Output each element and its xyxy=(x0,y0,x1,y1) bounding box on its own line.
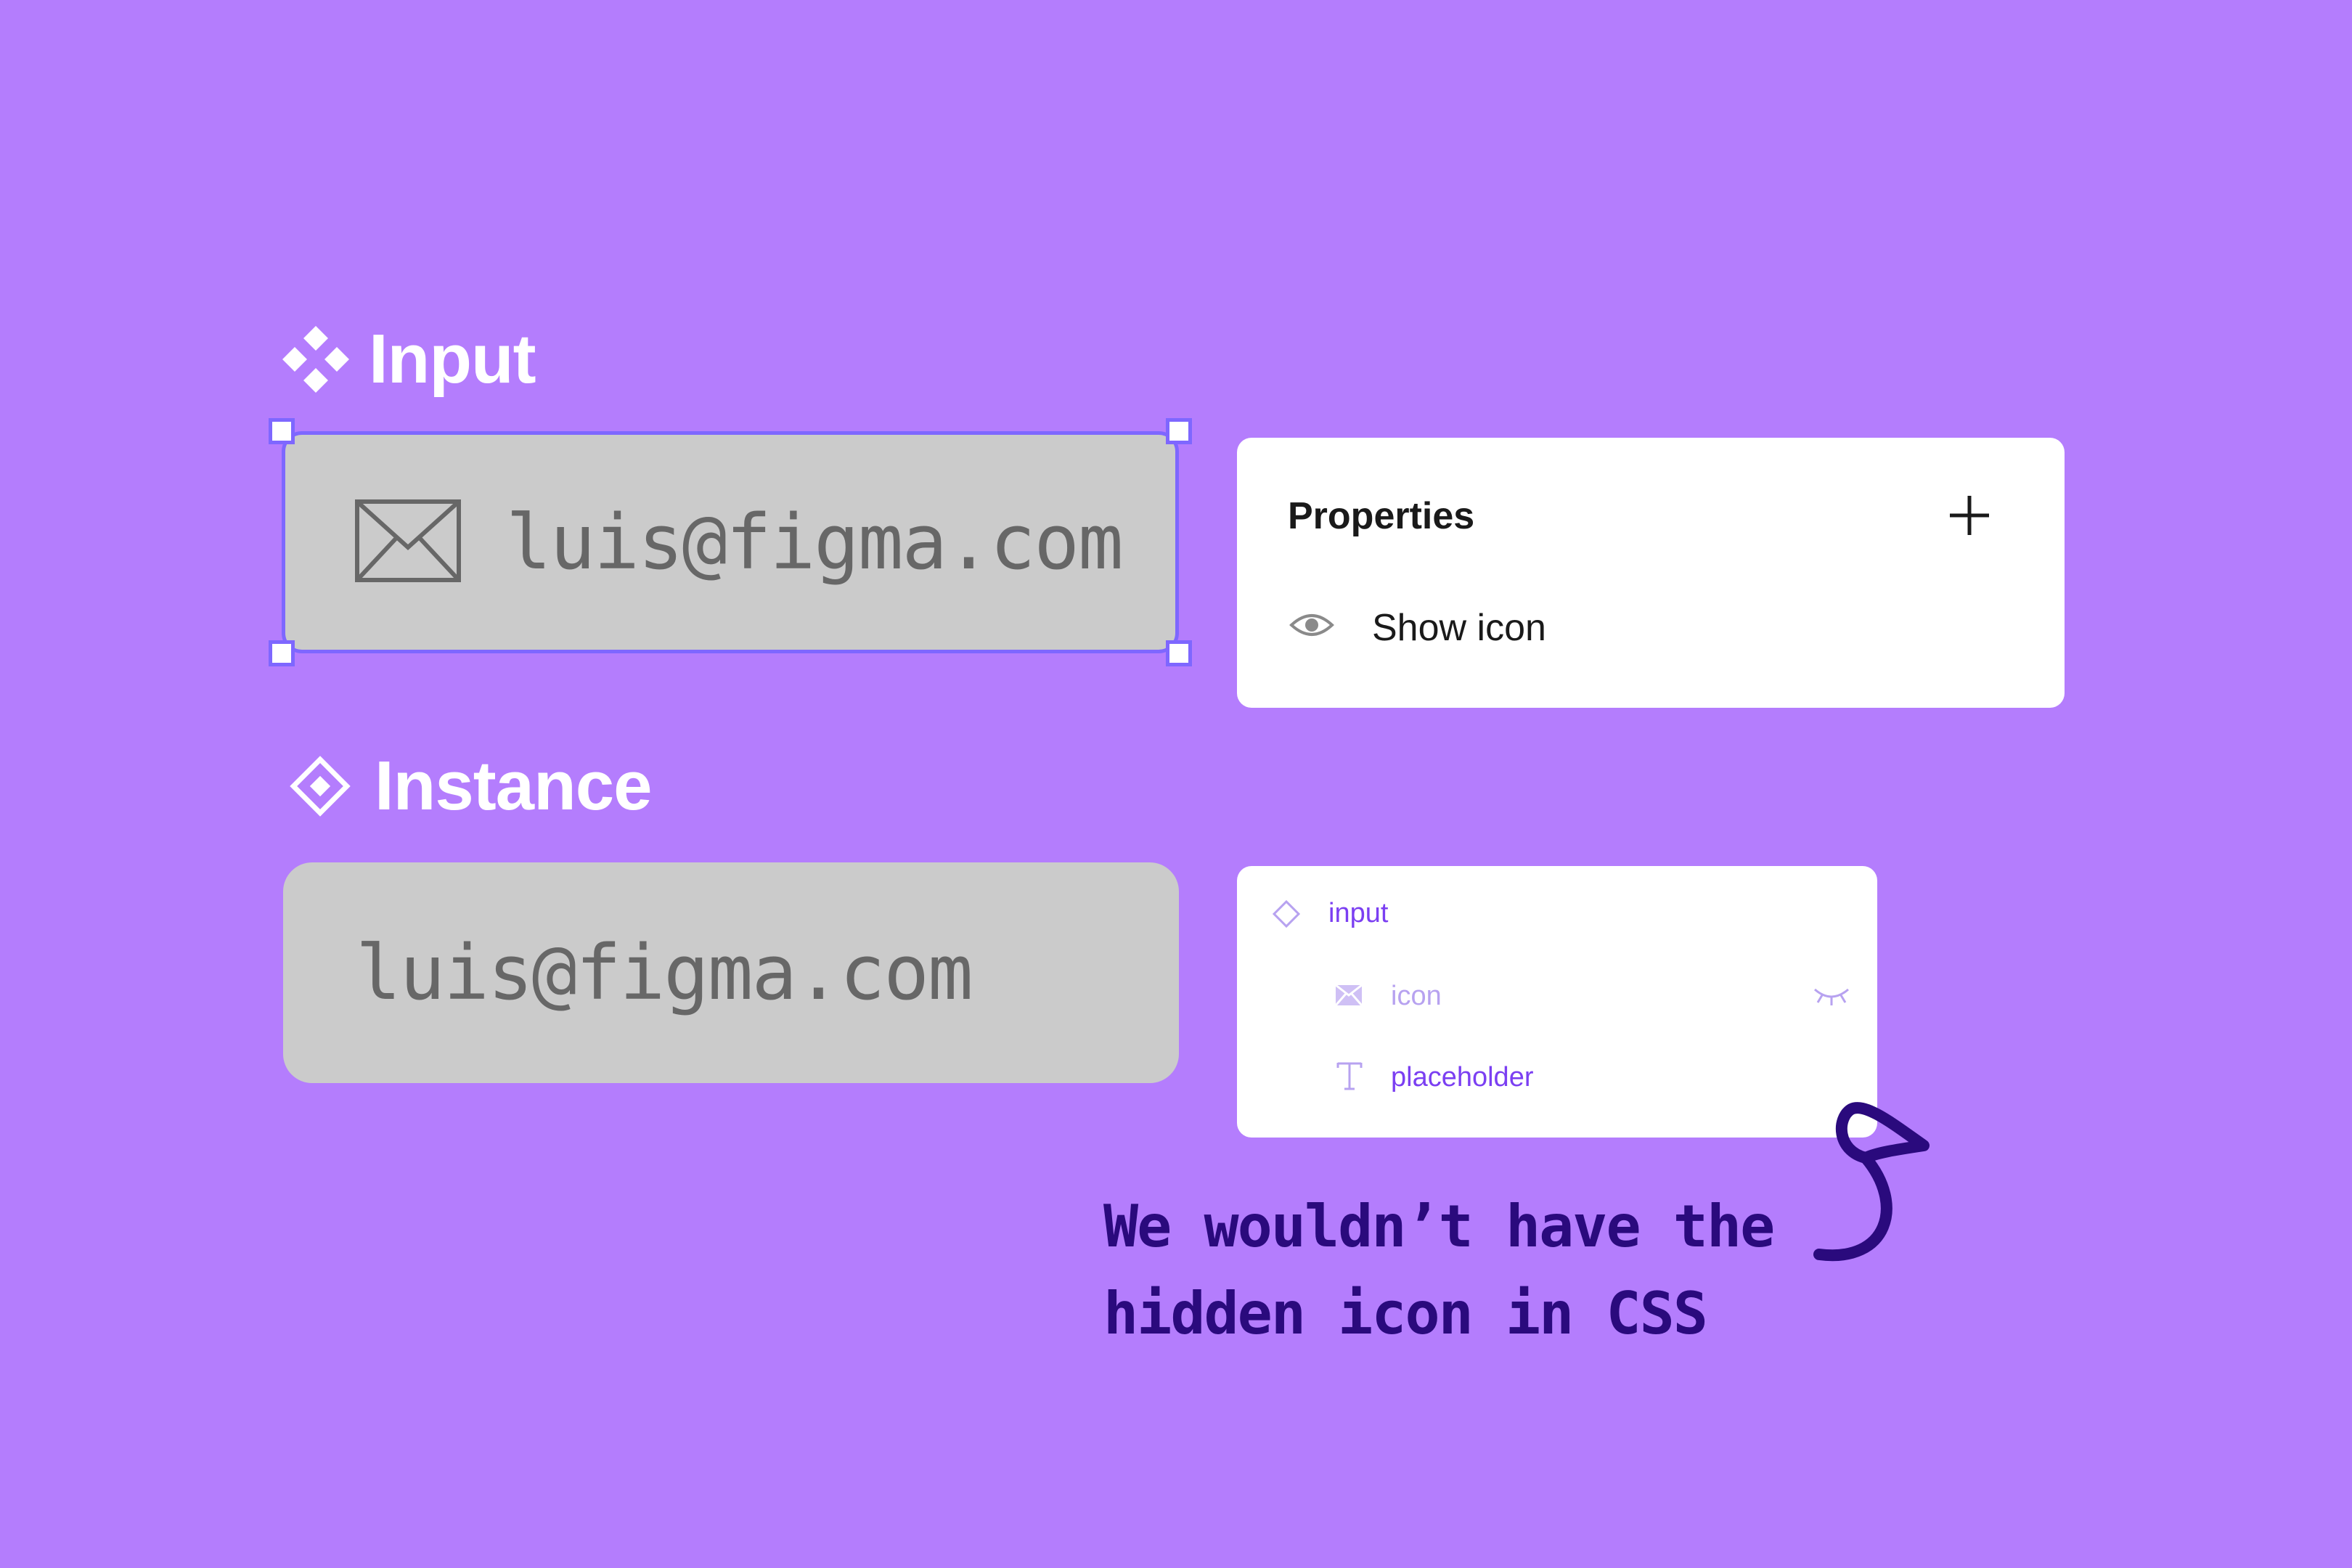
component-title: Input xyxy=(282,319,536,399)
layer-input[interactable]: input xyxy=(1328,898,1388,929)
envelope-icon xyxy=(355,499,461,586)
input-component-value: luis@figma.com xyxy=(506,498,1124,587)
instance-icon xyxy=(286,752,354,820)
input-instance[interactable]: luis@figma.com xyxy=(283,862,1179,1083)
resize-handle-bottom-right[interactable] xyxy=(1166,640,1192,666)
properties-title: Properties xyxy=(1288,495,1475,537)
input-component[interactable]: luis@figma.com xyxy=(282,431,1179,653)
component-icon xyxy=(282,325,350,393)
input-instance-value: luis@figma.com xyxy=(356,928,973,1017)
resize-handle-top-right[interactable] xyxy=(1166,418,1192,444)
resize-handle-bottom-left[interactable] xyxy=(269,640,295,666)
eye-closed-icon[interactable] xyxy=(1812,984,1851,1012)
layers-panel: input icon placeholder xyxy=(1237,866,1877,1138)
show-icon-property[interactable]: Show icon xyxy=(1372,606,1546,650)
annotation-note-line1: We wouldn’t have the xyxy=(1103,1193,1775,1260)
eye-icon[interactable] xyxy=(1289,611,1334,643)
text-icon xyxy=(1336,1061,1363,1095)
instance-title-label: Instance xyxy=(375,747,652,825)
layer-placeholder[interactable]: placeholder xyxy=(1391,1062,1533,1093)
instance-title: Instance xyxy=(286,746,652,826)
annotation-arrow xyxy=(1808,1089,1945,1274)
component-title-label: Input xyxy=(369,320,536,398)
annotation-note-line2: hidden icon in CSS xyxy=(1103,1280,1708,1347)
image-icon xyxy=(1334,984,1363,1010)
resize-handle-top-left[interactable] xyxy=(269,418,295,444)
properties-panel: Properties Show icon xyxy=(1237,438,2065,708)
annotation-note: We wouldn’t have the hidden icon in CSS xyxy=(1103,1183,1775,1357)
layer-icon[interactable]: icon xyxy=(1391,981,1442,1012)
plus-icon[interactable] xyxy=(1947,493,1992,542)
instance-icon xyxy=(1270,898,1302,934)
